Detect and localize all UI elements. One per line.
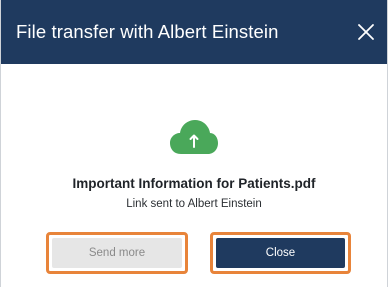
dialog-header: File transfer with Albert Einstein <box>1 0 387 64</box>
close-button[interactable]: Close <box>216 238 345 268</box>
close-icon[interactable] <box>355 21 377 43</box>
file-name: Important Information for Patients.pdf <box>72 176 316 191</box>
close-highlight: Close <box>210 232 351 274</box>
status-text: Link sent to Albert Einstein <box>126 198 262 210</box>
send-more-button[interactable]: Send more <box>52 238 182 268</box>
file-transfer-dialog: File transfer with Albert Einstein Impor… <box>0 0 388 287</box>
send-more-highlight: Send more <box>46 232 188 274</box>
dialog-title: File transfer with Albert Einstein <box>16 21 279 42</box>
cloud-upload-icon <box>170 120 218 154</box>
